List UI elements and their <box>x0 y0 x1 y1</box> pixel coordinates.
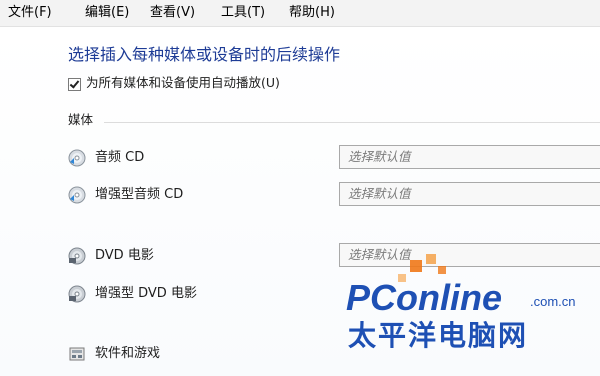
autoplay-checkbox-label[interactable]: 为所有媒体和设备使用自动播放(U) <box>86 74 280 92</box>
page-title: 选择插入每种媒体或设备时的后续操作 <box>68 45 341 64</box>
menu-tools[interactable]: 工具(T) <box>221 4 265 22</box>
pconline-watermark: PConline .com.cn 太平洋电脑网 <box>340 254 600 358</box>
audio-cd-icon <box>68 149 86 167</box>
logo-square <box>438 266 446 274</box>
media-item-label: 软件和游戏 <box>95 346 161 361</box>
watermark-brand: PConline <box>346 277 503 318</box>
menu-help[interactable]: 帮助(H) <box>289 4 335 22</box>
menu-file[interactable]: 文件(F) <box>8 4 52 22</box>
media-item-label: 增强型音频 CD <box>95 187 184 202</box>
media-section-title: 媒体 <box>68 112 94 127</box>
audio-cd-action-select[interactable]: 选择默认值 <box>339 145 600 169</box>
section-divider <box>104 122 600 123</box>
logo-square <box>426 254 436 264</box>
enhanced-dvd-movie-icon <box>68 285 86 303</box>
logo-square <box>410 260 422 272</box>
media-item-label: DVD 电影 <box>95 248 154 263</box>
select-value: 选择默认值 <box>348 149 411 164</box>
enhanced-audio-cd-icon <box>68 186 86 204</box>
menu-edit[interactable]: 编辑(E) <box>85 4 129 22</box>
watermark-tagline: 太平洋电脑网 <box>348 319 529 352</box>
dvd-movie-icon <box>68 247 86 265</box>
media-item-label: 音频 CD <box>95 150 145 165</box>
software-games-icon <box>69 347 85 361</box>
enhanced-audio-cd-action-select[interactable]: 选择默认值 <box>339 182 600 206</box>
menu-view[interactable]: 查看(V) <box>150 4 195 22</box>
menu-bar: 文件(F) 编辑(E) 查看(V) 工具(T) 帮助(H) <box>0 0 600 27</box>
watermark-domain: .com.cn <box>530 294 576 309</box>
autoplay-checkbox[interactable] <box>68 78 81 91</box>
media-item-label: 增强型 DVD 电影 <box>95 286 197 301</box>
select-value: 选择默认值 <box>348 186 411 201</box>
